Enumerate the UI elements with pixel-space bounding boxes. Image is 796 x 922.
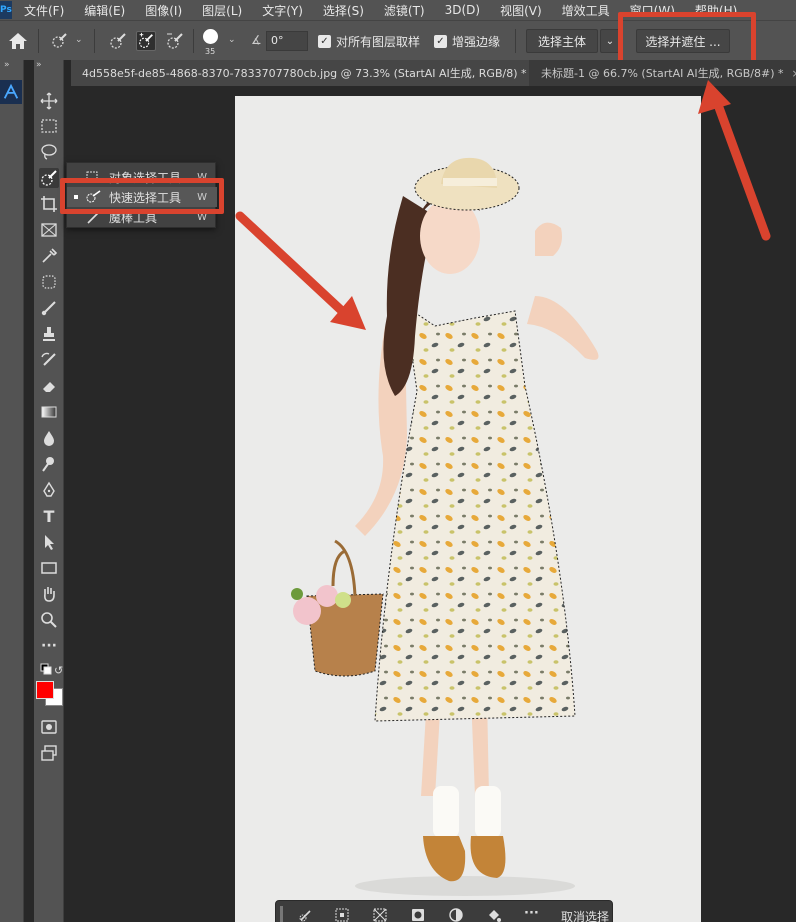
chevron-down-icon[interactable]: ⌄ [75, 35, 83, 45]
quick-mask-icon[interactable] [39, 717, 59, 737]
select-subject-button[interactable]: 选择主体 [526, 29, 598, 53]
ps-logo: Ps [0, 1, 12, 19]
contextual-task-bar: ··· 取消选择 [275, 900, 613, 922]
tab-title: 未标题-1 @ 66.7% (StartAI AI生成, RGB/8#) * [541, 67, 784, 80]
add-to-selection-brush-icon[interactable] [136, 31, 156, 51]
menu-plugins[interactable]: 增效工具 [562, 2, 617, 19]
clone-stamp-tool-icon[interactable] [39, 324, 59, 344]
sample-all-layers-checkbox[interactable]: ✓ [318, 35, 331, 48]
marquee-tool-icon[interactable] [39, 116, 59, 136]
gradient-tool-icon[interactable] [39, 402, 59, 422]
menu-type[interactable]: 文字(Y) [262, 2, 310, 19]
path-selection-tool-icon[interactable] [39, 532, 59, 552]
enhance-edge-checkbox[interactable]: ✓ [434, 35, 447, 48]
dodge-tool-icon[interactable] [39, 454, 59, 474]
brush-size-preview[interactable] [203, 29, 218, 44]
tool-preset-picker-icon[interactable] [49, 31, 69, 51]
foreground-color-swatch[interactable] [36, 681, 54, 699]
adjustment-layer-icon[interactable] [448, 907, 464, 922]
chevron-down-icon[interactable]: ⌄ [228, 35, 236, 45]
photo-woman-in-floral-dress [291, 157, 599, 896]
create-mask-icon[interactable] [410, 907, 426, 922]
enhance-edge-label: 增强边缘 [452, 35, 501, 49]
new-selection-brush-icon[interactable] [108, 31, 128, 51]
far-left-panel: » [0, 60, 24, 922]
menu-view[interactable]: 视图(V) [500, 2, 549, 19]
annotation-highlight-box [60, 178, 224, 214]
menu-edit[interactable]: 编辑(E) [84, 2, 132, 19]
home-icon[interactable] [8, 32, 28, 50]
menu-3d[interactable]: 3D(D) [445, 3, 487, 17]
history-brush-tool-icon[interactable] [39, 350, 59, 370]
separator [193, 29, 194, 53]
angle-icon: ∡ [251, 33, 262, 47]
frame-tool-icon[interactable] [39, 220, 59, 240]
document-tab-active[interactable]: 4d558e5f-de85-4868-8370-7833707780cb.jpg… [71, 60, 529, 86]
blur-tool-icon[interactable] [39, 428, 59, 448]
photoshop-window: Ps 文件(F) 编辑(E) 图像(I) 图层(L) 文字(Y) 选择(S) 滤… [0, 0, 796, 922]
angle-input[interactable]: 0° [266, 31, 308, 51]
swap-colors-icon[interactable]: ↺ [54, 664, 63, 677]
menu-filter[interactable]: 滤镜(T) [384, 2, 432, 19]
menu-layer[interactable]: 图层(L) [202, 2, 249, 19]
invert-selection-icon[interactable] [372, 907, 388, 922]
document-canvas[interactable] [235, 96, 701, 922]
screen-mode-icon[interactable] [39, 743, 59, 763]
eyedropper-tool-icon[interactable] [39, 246, 59, 266]
menu-select[interactable]: 选择(S) [323, 2, 371, 19]
collapse-icon[interactable]: » [4, 60, 10, 70]
brush-size-value: 35 [205, 47, 216, 56]
more-tools-icon[interactable]: ··· [39, 636, 59, 656]
type-tool-icon[interactable]: T [39, 506, 59, 526]
document-tab-bar: 4d558e5f-de85-4868-8370-7833707780cb.jpg… [71, 60, 796, 86]
separator [38, 29, 39, 53]
healing-brush-tool-icon[interactable] [39, 272, 59, 292]
zoom-tool-icon[interactable] [39, 610, 59, 630]
select-subject-dropdown-icon[interactable]: ⌄ [600, 29, 620, 53]
lasso-tool-icon[interactable] [39, 142, 59, 162]
fill-selection-icon[interactable] [486, 907, 502, 922]
tab-title: 4d558e5f-de85-4868-8370-7833707780cb.jpg… [82, 67, 527, 80]
eraser-tool-icon[interactable] [39, 376, 59, 396]
rectangle-tool-icon[interactable] [39, 558, 59, 578]
document-tab-untitled[interactable]: 未标题-1 @ 66.7% (StartAI AI生成, RGB/8#) * × [533, 60, 796, 86]
deselect-button[interactable]: 取消选择 [561, 908, 609, 922]
menu-image[interactable]: 图像(I) [145, 2, 189, 19]
subtract-from-selection-brush-icon[interactable] [165, 31, 185, 51]
brush-tool-icon[interactable] [39, 298, 59, 318]
quick-selection-tool-icon[interactable] [39, 168, 59, 188]
menu-file[interactable]: 文件(F) [24, 2, 71, 19]
crop-tool-icon[interactable] [39, 194, 59, 214]
pen-tool-icon[interactable] [39, 480, 59, 500]
select-subject-icon[interactable] [298, 907, 314, 922]
separator [515, 29, 516, 53]
close-icon[interactable]: × [792, 67, 796, 80]
more-options-icon[interactable]: ··· [524, 906, 539, 921]
modify-selection-icon[interactable] [334, 907, 350, 922]
hand-tool-icon[interactable] [39, 584, 59, 604]
sample-all-layers-label: 对所有图层取样 [336, 35, 421, 49]
drag-handle[interactable] [280, 906, 283, 922]
collapse-icon[interactable]: » [36, 60, 42, 70]
move-tool-icon[interactable] [39, 91, 59, 111]
startai-plugin-icon[interactable] [0, 80, 22, 104]
separator [94, 29, 95, 53]
